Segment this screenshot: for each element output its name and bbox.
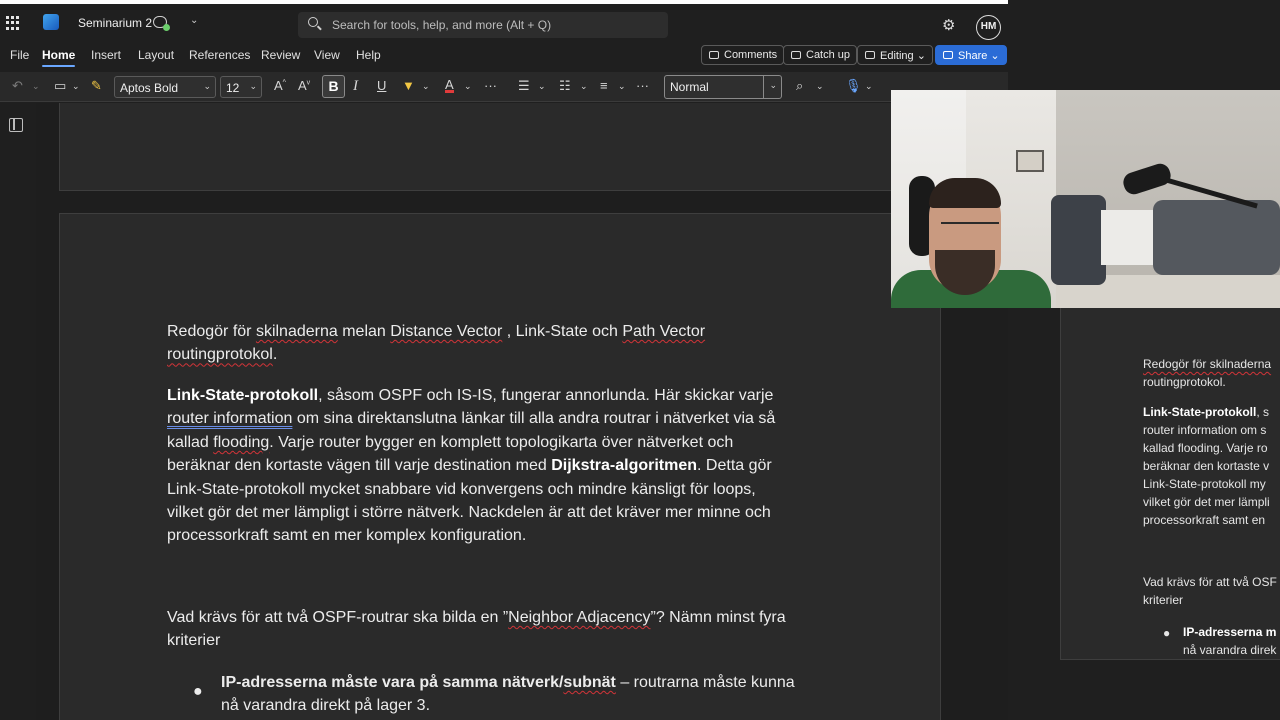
chevron-down-icon: ⌄: [769, 80, 777, 90]
chevron-down-icon[interactable]: ⌄: [464, 82, 472, 91]
comments-label: Comments: [724, 49, 778, 61]
document-title[interactable]: Seminarium 2: [78, 16, 152, 30]
underline-icon[interactable]: U: [377, 79, 386, 92]
bullet-list-icon[interactable]: ☰: [518, 79, 530, 92]
catch-up-label: Catch up: [806, 49, 851, 61]
share-button[interactable]: Share ⌄: [935, 45, 1007, 65]
preview-paragraph: Link-State-protokoll, s router informati…: [1143, 405, 1270, 527]
webcam-overlay: [891, 90, 1280, 308]
cloud-saved-icon: [153, 16, 170, 31]
menu-home[interactable]: Home: [42, 48, 76, 67]
share-label: Share: [958, 50, 988, 62]
chevron-down-icon[interactable]: ⌄: [816, 82, 824, 91]
search-placeholder[interactable]: Search for tools, help, and more (Alt + …: [332, 18, 551, 32]
font-size-dropdown[interactable]: 12 ⌄: [220, 76, 262, 98]
menu-layout[interactable]: Layout: [138, 48, 174, 62]
pencil-icon: [865, 51, 875, 59]
preview-bullet: IP-adresserna m nå varandra direk: [1183, 625, 1277, 657]
bullet-item-1[interactable]: IP-adresserna måste vara på samma nätver…: [221, 671, 841, 718]
bold-icon[interactable]: B: [322, 75, 345, 98]
avatar[interactable]: HM: [976, 15, 1001, 40]
chevron-down-icon[interactable]: ⌄: [190, 15, 198, 26]
search-box[interactable]: Search for tools, help, and more (Alt + …: [298, 12, 668, 38]
font-name-dropdown[interactable]: Aptos Bold ⌄: [114, 76, 216, 98]
format-painter-icon[interactable]: ✎: [91, 79, 102, 92]
shrink-font-icon[interactable]: Av: [298, 79, 310, 92]
gear-icon[interactable]: ⚙: [942, 18, 955, 33]
chevron-down-icon[interactable]: ⌄: [580, 82, 588, 91]
menu-references[interactable]: References: [189, 48, 250, 62]
question-2[interactable]: Vad krävs för att två OSPF-routrar ska b…: [167, 606, 837, 653]
comments-button[interactable]: Comments: [701, 45, 785, 65]
editing-label: Editing: [880, 50, 914, 62]
share-icon: [943, 51, 953, 59]
search-icon: [308, 17, 318, 27]
style-dropdown[interactable]: Normal ⌄: [664, 75, 782, 99]
preview-question-2: Vad krävs för att två OSF kriterier: [1143, 575, 1277, 607]
highlight-icon[interactable]: ▼: [402, 79, 415, 92]
word-logo-icon: [43, 14, 59, 30]
ribbon-toolbar: ↶ ⌄ ▭ ⌄ ✎ Aptos Bold ⌄ 12 ⌄ A^ Av B I U …: [0, 72, 1008, 102]
menu-file[interactable]: File: [10, 48, 29, 62]
italic-icon[interactable]: I: [353, 79, 358, 94]
font-color-icon[interactable]: A: [445, 78, 454, 93]
catch-up-icon: [791, 51, 801, 59]
paste-icon[interactable]: ▭: [54, 79, 66, 92]
menu-bar: File Home Insert Layout References Revie…: [0, 45, 1008, 72]
style-value: Normal: [670, 80, 709, 94]
comment-icon: [709, 51, 719, 59]
chevron-down-icon: ⌄: [203, 81, 211, 91]
menu-help[interactable]: Help: [356, 48, 381, 62]
align-icon[interactable]: ≡: [600, 79, 608, 92]
chevron-down-icon[interactable]: ⌄: [865, 82, 873, 91]
menu-review[interactable]: Review: [261, 48, 300, 62]
chevron-down-icon: ⌄: [990, 50, 1000, 62]
find-icon[interactable]: ⌕: [796, 79, 803, 92]
title-bar: Seminarium 2 ⌄ Search for tools, help, a…: [0, 0, 1008, 45]
font-size-value: 12: [226, 81, 240, 95]
paragraph-link-state[interactable]: Link-State-protokoll, såsom OSPF och IS-…: [167, 384, 837, 548]
menu-view[interactable]: View: [314, 48, 340, 62]
more-icon[interactable]: ···: [636, 79, 649, 92]
preview-bullet-marker: ●: [1163, 626, 1171, 640]
chevron-down-icon: ⌄: [249, 81, 257, 91]
catch-up-button[interactable]: Catch up: [783, 45, 858, 65]
font-name-value: Aptos Bold: [120, 81, 179, 95]
more-icon[interactable]: ···: [484, 79, 497, 92]
question-1[interactable]: Redogör för skilnaderna melan Distance V…: [167, 320, 837, 367]
editing-mode-button[interactable]: Editing ⌄: [857, 45, 933, 65]
bullet-marker: ●: [193, 683, 203, 700]
chevron-down-icon[interactable]: ⌄: [32, 82, 40, 91]
dictate-icon[interactable]: 🎙: [845, 79, 862, 92]
numbered-list-icon[interactable]: ☷: [559, 79, 571, 92]
app-launcher-icon[interactable]: [6, 16, 20, 30]
chevron-down-icon[interactable]: ⌄: [422, 82, 430, 91]
chevron-down-icon[interactable]: ⌄: [72, 82, 80, 91]
chevron-down-icon: ⌄: [916, 50, 926, 62]
menu-insert[interactable]: Insert: [91, 48, 121, 62]
chevron-down-icon[interactable]: ⌄: [618, 82, 626, 91]
page-previous[interactable]: [59, 103, 941, 191]
chevron-down-icon[interactable]: ⌄: [538, 82, 546, 91]
preview-question-1: Redogör för skilnaderna routingprotokol.: [1143, 357, 1272, 389]
grow-font-icon[interactable]: A^: [274, 79, 286, 92]
navigation-pane-icon[interactable]: [9, 118, 23, 132]
undo-icon[interactable]: ↶: [12, 79, 23, 92]
